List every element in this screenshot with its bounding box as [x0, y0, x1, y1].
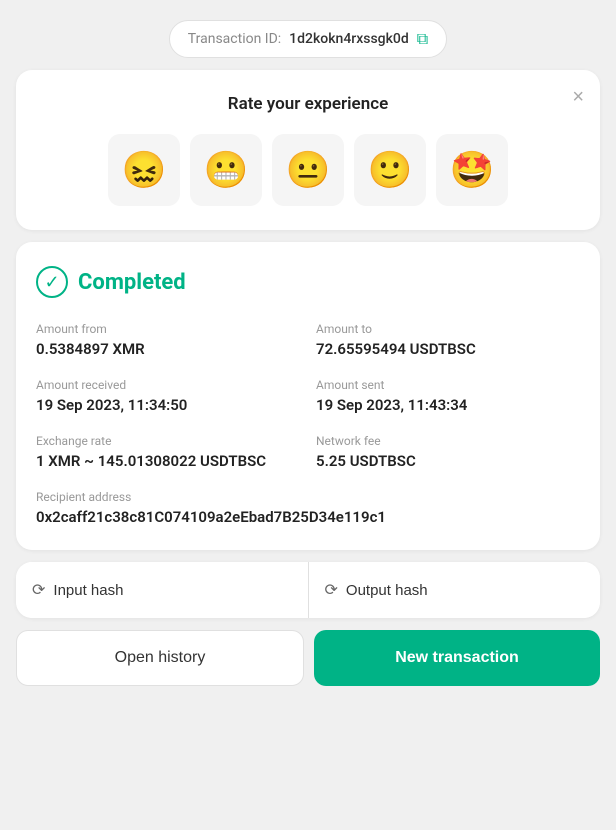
input-hash-icon: ⟳ — [32, 580, 45, 600]
copy-icon[interactable]: ⧉ — [417, 29, 428, 49]
network-fee-value: 5.25 USDTBSC — [316, 452, 580, 470]
txid-bar: Transaction ID: 1d2kokn4rxssgk0d ⧉ — [169, 20, 447, 58]
amount-to-value: 72.65595494 USDTBSC — [316, 340, 580, 358]
fields-grid: Amount from 0.5384897 XMR Amount to 72.6… — [36, 322, 580, 526]
amount-sent-group: Amount sent 19 Sep 2023, 11:43:34 — [316, 378, 580, 414]
emoji-1-button[interactable]: 😖 — [108, 134, 180, 206]
status-icon: ✓ — [36, 266, 68, 298]
emoji-2-button[interactable]: 😬 — [190, 134, 262, 206]
status-label: Completed — [78, 270, 186, 295]
open-history-button[interactable]: Open history — [16, 630, 304, 686]
recipient-label: Recipient address — [36, 490, 580, 504]
new-transaction-button[interactable]: New transaction — [314, 630, 600, 686]
emoji-5-button[interactable]: 🤩 — [436, 134, 508, 206]
amount-received-value: 19 Sep 2023, 11:34:50 — [36, 396, 300, 414]
exchange-rate-value: 1 XMR ~ 145.01308022 USDTBSC — [36, 452, 300, 470]
close-button[interactable]: × — [572, 86, 584, 109]
amount-to-group: Amount to 72.65595494 USDTBSC — [316, 322, 580, 358]
amount-received-label: Amount received — [36, 378, 300, 392]
input-hash-button[interactable]: ⟳ Input hash — [16, 562, 309, 618]
bottom-row: Open history New transaction — [16, 630, 600, 686]
amount-from-group: Amount from 0.5384897 XMR — [36, 322, 300, 358]
network-fee-group: Network fee 5.25 USDTBSC — [316, 434, 580, 470]
amount-sent-label: Amount sent — [316, 378, 580, 392]
status-row: ✓ Completed — [36, 266, 580, 298]
amount-to-label: Amount to — [316, 322, 580, 336]
rating-title: Rate your experience — [36, 94, 580, 114]
recipient-value: 0x2caff21c38c81C074109a2eEbad7B25D34e119… — [36, 508, 580, 526]
txid-value: 1d2kokn4rxssgk0d — [289, 31, 409, 47]
output-hash-label: Output hash — [346, 582, 428, 599]
output-hash-button[interactable]: ⟳ Output hash — [309, 562, 601, 618]
details-card: ✓ Completed Amount from 0.5384897 XMR Am… — [16, 242, 600, 550]
hash-row: ⟳ Input hash ⟳ Output hash — [16, 562, 600, 618]
exchange-rate-group: Exchange rate 1 XMR ~ 145.01308022 USDTB… — [36, 434, 300, 470]
network-fee-label: Network fee — [316, 434, 580, 448]
amount-received-group: Amount received 19 Sep 2023, 11:34:50 — [36, 378, 300, 414]
rating-card: × Rate your experience 😖 😬 😐 🙂 🤩 — [16, 70, 600, 230]
recipient-group: Recipient address 0x2caff21c38c81C074109… — [36, 490, 580, 526]
exchange-rate-label: Exchange rate — [36, 434, 300, 448]
emoji-row: 😖 😬 😐 🙂 🤩 — [36, 134, 580, 206]
input-hash-label: Input hash — [53, 582, 123, 599]
output-hash-icon: ⟳ — [325, 580, 338, 600]
amount-sent-value: 19 Sep 2023, 11:43:34 — [316, 396, 580, 414]
txid-label: Transaction ID: — [188, 31, 281, 47]
amount-from-label: Amount from — [36, 322, 300, 336]
amount-from-value: 0.5384897 XMR — [36, 340, 300, 358]
emoji-4-button[interactable]: 🙂 — [354, 134, 426, 206]
emoji-3-button[interactable]: 😐 — [272, 134, 344, 206]
